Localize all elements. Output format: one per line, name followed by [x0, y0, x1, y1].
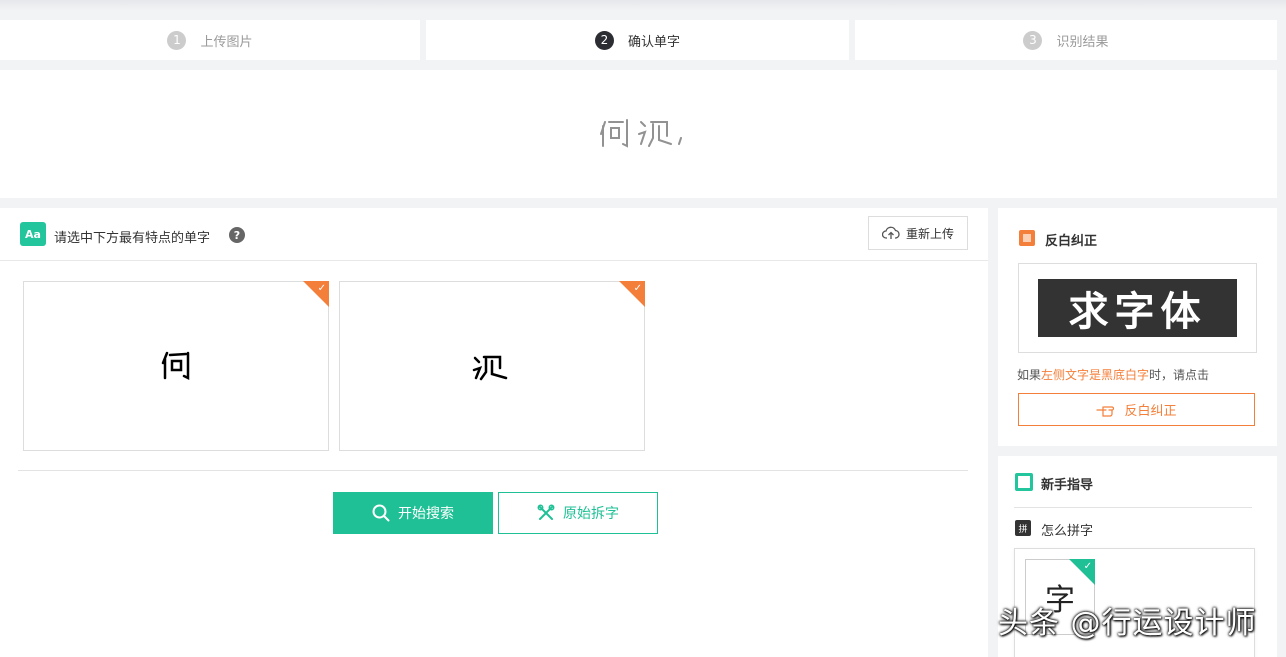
check-icon: ✓	[1083, 561, 1092, 572]
invert-icon	[1019, 230, 1035, 246]
original-split-label: 原始拆字	[563, 506, 619, 522]
step-label: 确认单字	[627, 34, 680, 50]
step-result[interactable]: 3 识别结果	[855, 20, 1277, 60]
search-icon	[372, 504, 390, 522]
glyph-card[interactable]: 况 ✓	[339, 281, 645, 451]
how-to-combine-link[interactable]: 怎么拼字	[1041, 520, 1093, 539]
invert-correction-label: 反白纠正	[1124, 404, 1177, 419]
guide-panel-title: 新手指导	[1041, 478, 1094, 493]
invert-correction-panel: 反白纠正 求字体 如果左侧文字是黑底白字时，请点击 反白纠正	[998, 208, 1277, 446]
check-icon: ✓	[317, 283, 326, 294]
invert-correction-button[interactable]: 反白纠正	[1018, 393, 1255, 426]
check-icon: ✓	[633, 283, 642, 294]
step-confirm[interactable]: 2 确认单字	[426, 20, 849, 60]
guide-book-icon	[1015, 473, 1033, 491]
reupload-label: 重新上传	[905, 226, 954, 241]
uploaded-image-preview	[0, 70, 1277, 198]
watermark: 头条 @行运设计师	[998, 606, 1257, 641]
font-aa-icon: Aa	[17, 222, 46, 249]
help-icon[interactable]: ?	[229, 227, 245, 243]
step-label: 上传图片	[200, 34, 253, 50]
step-bar: 1 上传图片 2 确认单字 3 识别结果	[0, 20, 1286, 60]
glyph-image: 何	[161, 351, 190, 381]
tools-icon	[537, 504, 555, 520]
divider	[1014, 507, 1252, 508]
step-number: 1	[167, 30, 187, 50]
invert-hint-highlight: 左侧文字是黑底白字	[1041, 368, 1150, 382]
glyph-card[interactable]: 何 ✓	[23, 281, 329, 451]
step-number: 3	[1023, 30, 1043, 50]
pinzi-icon: 拼	[1015, 520, 1031, 536]
glyph-image: 况	[472, 355, 508, 381]
pointing-hand-icon	[1096, 405, 1115, 417]
handwriting-preview-image	[600, 119, 682, 148]
invert-sample-box: 求字体	[1018, 263, 1257, 353]
panel-title: 请选中下方最有特点的单字	[54, 231, 211, 246]
invert-hint: 如果左侧文字是黑底白字时，请点击	[1017, 368, 1210, 382]
reupload-button[interactable]: 重新上传	[868, 216, 968, 250]
step-number: 2	[594, 30, 614, 50]
panel-header: Aa 请选中下方最有特点的单字 ? 重新上传	[0, 208, 988, 261]
step-upload[interactable]: 1 上传图片	[0, 20, 420, 60]
start-search-label: 开始搜索	[398, 506, 454, 522]
glyph-selection-panel: Aa 请选中下方最有特点的单字 ? 重新上传 何 ✓ 况	[0, 208, 988, 657]
invert-panel-title: 反白纠正	[1045, 234, 1098, 249]
start-search-button[interactable]: 开始搜索	[333, 492, 493, 534]
divider	[18, 470, 968, 471]
cloud-upload-icon	[881, 226, 900, 239]
step-label: 识别结果	[1056, 34, 1109, 50]
invert-sample-text: 求字体	[1038, 279, 1237, 337]
original-split-button[interactable]: 原始拆字	[498, 492, 658, 534]
top-shadow	[0, 0, 1286, 10]
